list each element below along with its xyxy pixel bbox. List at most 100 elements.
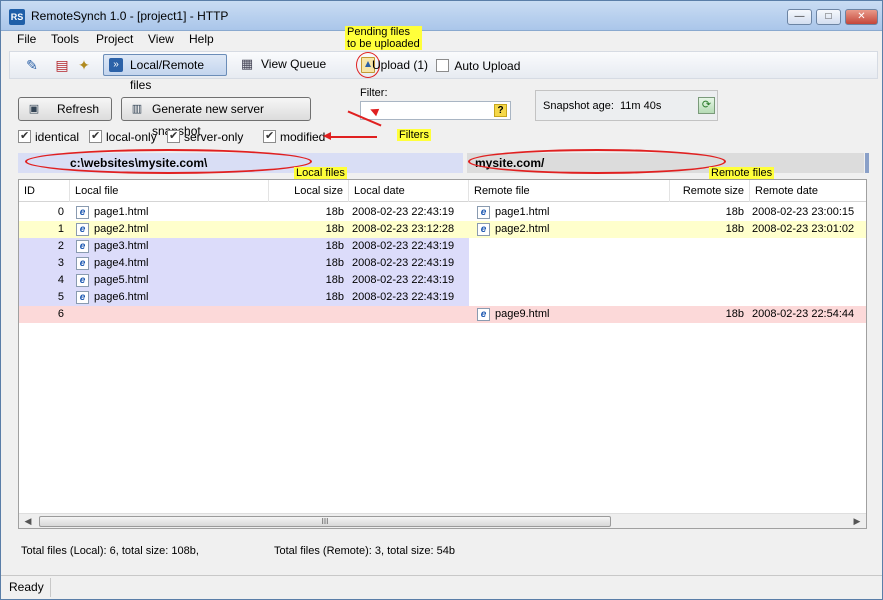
local-remote-files-button[interactable]: » Local/Remote files (103, 54, 227, 92)
col-remote-date[interactable]: Remote date (750, 180, 866, 202)
view-queue-label: View Queue (261, 57, 327, 71)
snapshot-age-value: 11m 40s (620, 100, 662, 112)
minimize-button[interactable]: — (787, 9, 812, 25)
edit-project-icon[interactable]: ✎ (23, 56, 41, 74)
cell-remote-size: 18b (725, 308, 744, 320)
cell-remote-date (752, 238, 866, 255)
wizard-icon[interactable]: ✦ (75, 56, 93, 74)
server-only-check[interactable] (167, 129, 180, 144)
auto-upload-check[interactable] (436, 59, 449, 73)
modified-arrow-line (331, 136, 377, 138)
cell-local-file: page1.html (94, 206, 149, 218)
col-remote-file[interactable]: Remote file (469, 180, 670, 202)
upload-button-label[interactable]: Upload (1) (372, 58, 428, 72)
app-logo-icon: RS (9, 9, 25, 25)
horizontal-scrollbar[interactable]: ◀ III ▶ (19, 513, 866, 528)
html-file-icon: e (76, 257, 89, 270)
html-file-icon: e (76, 240, 89, 253)
refresh-snapshot-icon[interactable]: ⟳ (698, 97, 715, 114)
local-files-annotation: Local files (294, 167, 347, 179)
table-row[interactable]: 5 e page6.html 18b 2008-02-23 22:43:19 (19, 289, 866, 306)
view-queue-button[interactable]: ▦ View Queue (235, 54, 331, 76)
filter-modified[interactable]: modified (263, 129, 325, 144)
file-grid[interactable]: ID Local file Local size Local date Remo… (18, 179, 867, 529)
generate-snapshot-button[interactable]: ▥ Generate new server snapshot (121, 97, 311, 138)
auto-upload-label: Auto Upload (454, 58, 521, 73)
col-local-size[interactable]: Local size (269, 180, 349, 202)
status-bar: Ready (1, 575, 882, 599)
filter-local-only[interactable]: local-only (89, 129, 157, 144)
cell-local-file (94, 306, 264, 323)
cell-remote-size (670, 238, 744, 255)
local-path-oval (25, 149, 312, 174)
path-splitter[interactable] (865, 153, 869, 173)
table-row[interactable]: 3 e page4.html 18b 2008-02-23 22:43:19 (19, 255, 866, 272)
menu-file[interactable]: File (17, 32, 36, 46)
close-button[interactable]: ✕ (845, 9, 878, 25)
table-row[interactable]: 0 e page1.html 18b 2008-02-23 22:43:19 e page1… (19, 204, 866, 221)
snapshot-age-panel: Snapshot age: 11m 40s ⟳ (535, 90, 718, 121)
cell-local-date: 2008-02-23 22:43:19 (352, 291, 455, 303)
menu-view[interactable]: View (148, 32, 174, 46)
cell-remote-file (495, 272, 665, 289)
html-file-icon: e (76, 291, 89, 304)
table-row[interactable]: 4 e page5.html 18b 2008-02-23 22:43:19 (19, 272, 866, 289)
refresh-button[interactable]: ▣ Refresh (18, 97, 112, 121)
refresh-label: Refresh (57, 102, 100, 116)
refresh-icon: ▣ (28, 103, 40, 115)
col-local-file[interactable]: Local file (70, 180, 269, 202)
auto-upload-checkbox[interactable]: Auto Upload (436, 58, 520, 73)
filter-identical[interactable]: identical (18, 129, 79, 144)
title-bar: RS RemoteSynch 1.0 - [project1] - HTTP —… (1, 1, 882, 31)
local-only-check[interactable] (89, 129, 102, 144)
remote-path-oval (468, 149, 726, 174)
local-remote-label: Local/Remote files (130, 58, 205, 92)
cell-local-date: 2008-02-23 22:43:19 (352, 274, 455, 286)
table-row[interactable]: 2 e page3.html 18b 2008-02-23 22:43:19 (19, 238, 866, 255)
cell-remote-file (495, 238, 665, 255)
view-queue-icon: ▦ (240, 56, 254, 71)
table-row[interactable]: 1 e page2.html 18b 2008-02-23 23:12:28 e page2… (19, 221, 866, 238)
identical-label: identical (35, 129, 80, 144)
cell-remote-size: 18b (725, 223, 744, 235)
cell-remote-size (670, 289, 744, 306)
scroll-thumb[interactable]: III (39, 516, 611, 527)
table-row[interactable]: 6 e page9.html 18b 2008-02-23 22:54:44 (19, 306, 866, 323)
cell-remote-date (752, 272, 866, 289)
cell-local-size: 18b (325, 240, 344, 252)
menu-bar: File Tools Project View Help (1, 31, 882, 49)
settings-icon[interactable]: ▤ (53, 56, 71, 74)
remote-files-annotation: Remote files (709, 167, 775, 179)
remote-totals: Total files (Remote): 3, total size: 54b (274, 545, 455, 557)
identical-check[interactable] (18, 129, 31, 144)
cell-local-file: page3.html (94, 240, 149, 252)
cell-remote-file (495, 255, 665, 272)
menu-help[interactable]: Help (189, 32, 214, 46)
cell-local-size: 18b (325, 223, 344, 235)
col-id[interactable]: ID (19, 180, 70, 202)
grid-header: ID Local file Local size Local date Remo… (19, 180, 866, 202)
col-remote-size[interactable]: Remote size (670, 180, 750, 202)
local-totals: Total files (Local): 6, total size: 108b… (21, 545, 199, 557)
menu-tools[interactable]: Tools (51, 32, 79, 46)
status-separator (50, 578, 51, 597)
cell-remote-date: 2008-02-23 23:00:15 (752, 206, 855, 218)
cell-local-size (269, 306, 344, 323)
filter-input[interactable]: ? (360, 101, 511, 120)
filter-help-icon[interactable]: ? (494, 104, 507, 117)
html-file-icon: e (477, 206, 490, 219)
cell-remote-size: 18b (725, 206, 744, 218)
filter-server-only[interactable]: server-only (167, 129, 243, 144)
modified-check[interactable] (263, 129, 276, 144)
local-only-label: local-only (106, 129, 157, 144)
maximize-button[interactable]: □ (816, 9, 841, 25)
cell-id: 3 (57, 257, 64, 269)
cell-remote-date: 2008-02-23 23:01:02 (752, 223, 855, 235)
html-file-icon: e (477, 223, 490, 236)
menu-project[interactable]: Project (96, 32, 133, 46)
cell-remote-file: page2.html (495, 223, 550, 235)
scroll-left-arrow[interactable]: ◀ (22, 515, 34, 527)
cell-local-size: 18b (325, 274, 344, 286)
scroll-right-arrow[interactable]: ▶ (851, 515, 863, 527)
col-local-date[interactable]: Local date (349, 180, 469, 202)
